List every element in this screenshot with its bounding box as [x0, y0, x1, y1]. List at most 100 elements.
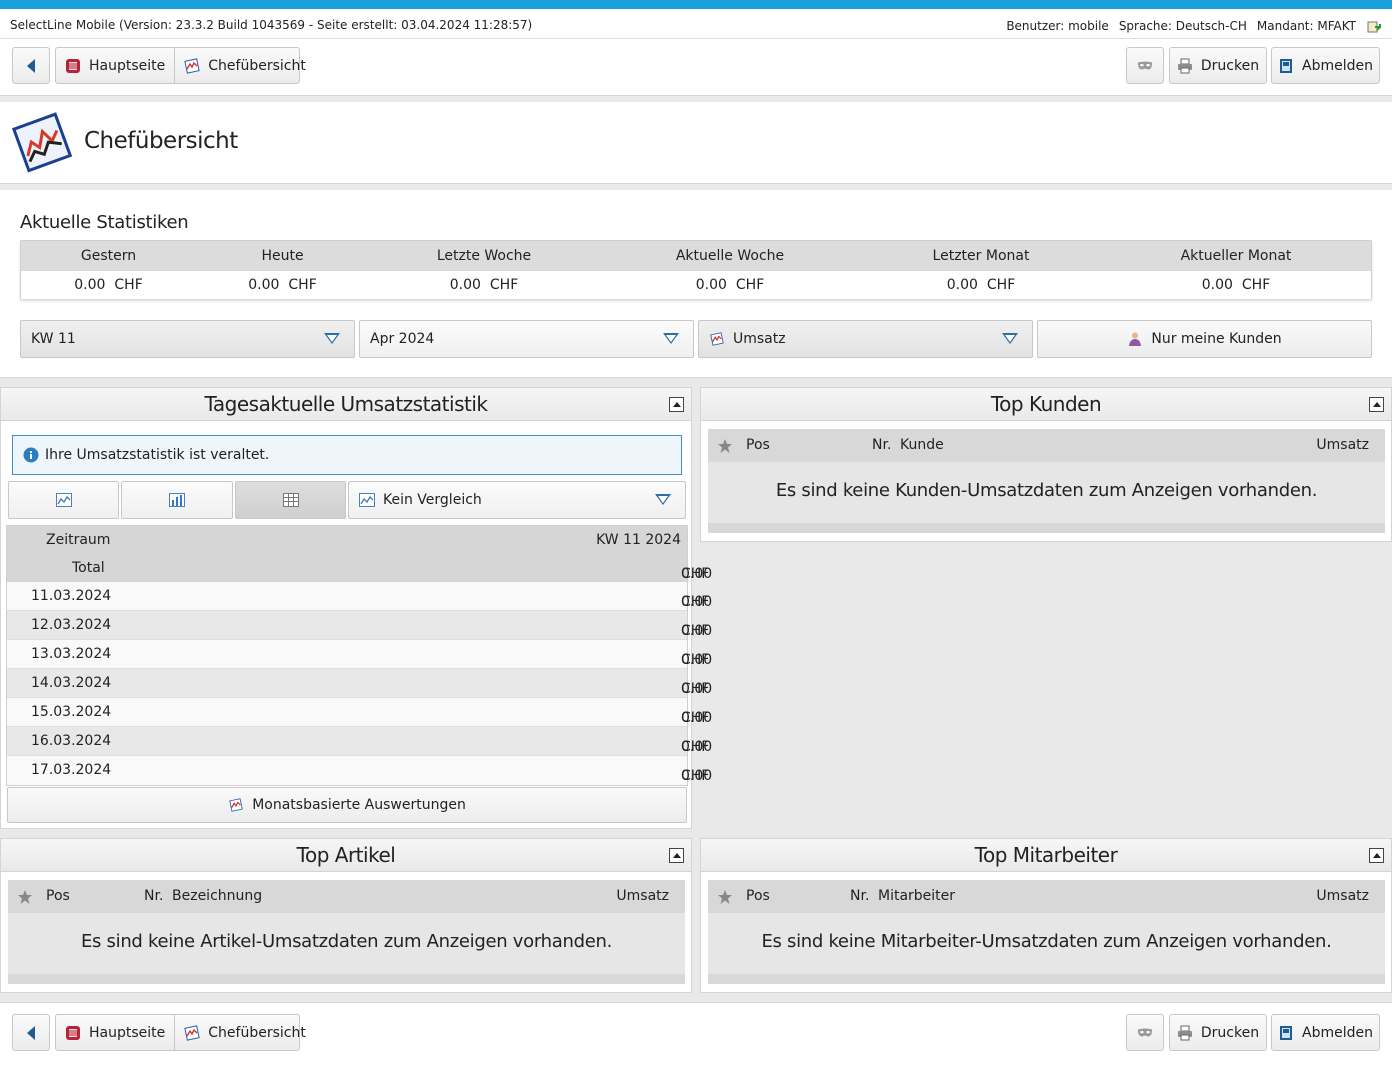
current-page-button[interactable]: Chefübersicht: [174, 48, 315, 83]
row-date: 11.03.2024: [31, 588, 112, 604]
stat-unit: CHF: [1241, 277, 1271, 293]
stat-unit: CHF: [735, 277, 765, 293]
home-button[interactable]: Hauptseite: [56, 1015, 174, 1050]
back-button[interactable]: [12, 1014, 50, 1051]
row-date: 12.03.2024: [31, 617, 112, 633]
empty-message: Es sind keine Kunden-Umsatzdaten zum Anz…: [775, 480, 1318, 501]
statistics-table: Gestern Heute Letzte Woche Aktuelle Woch…: [20, 240, 1372, 299]
collapse-icon[interactable]: [669, 848, 684, 863]
table-view-button[interactable]: [235, 481, 346, 519]
mask-icon: [1137, 58, 1153, 74]
week-select-value: KW 11: [31, 331, 76, 347]
collapse-icon[interactable]: [1369, 397, 1384, 412]
unit: CHF: [681, 566, 710, 582]
stat-value-current-week: 0.00 CHF: [599, 271, 861, 299]
mask-button[interactable]: [1126, 1014, 1164, 1051]
mask-button[interactable]: [1126, 47, 1164, 84]
unit: CHF: [681, 652, 710, 668]
print-button[interactable]: Drucken: [1169, 1014, 1267, 1051]
line-chart-icon: [55, 492, 72, 508]
stat-amount: 0.00: [449, 277, 481, 293]
back-arrow-icon: [23, 1025, 39, 1041]
back-button[interactable]: [12, 47, 50, 84]
col-customer: Kunde: [900, 437, 944, 453]
table-footer: [8, 974, 685, 984]
stat-amount: 0.00: [1201, 277, 1233, 293]
statistics-card: Aktuelle Statistiken Gestern Heute Letzt…: [0, 190, 1392, 378]
col-pos: Pos: [46, 888, 70, 904]
print-button[interactable]: Drucken: [1169, 47, 1267, 84]
panel-title: Top Artikel: [296, 843, 396, 867]
current-page-label: Chefübersicht: [208, 57, 306, 74]
table-row: 14.03.2024 0.00 CHF: [7, 669, 712, 698]
stat-amount: 0.00: [74, 277, 106, 293]
chart-icon: [184, 57, 200, 74]
metric-select[interactable]: Umsatz: [698, 320, 1033, 358]
stat-unit: CHF: [489, 277, 519, 293]
total-label: Total: [72, 560, 105, 576]
client-switch-icon[interactable]: [1366, 18, 1382, 34]
collapse-icon[interactable]: [669, 397, 684, 412]
star-icon: [717, 438, 733, 454]
info-bar: SelectLine Mobile (Version: 23.3.2 Build…: [0, 9, 1392, 39]
back-arrow-icon: [23, 58, 39, 74]
user-info: Benutzer: mobile: [1006, 19, 1109, 33]
col-nr: Nr.: [850, 888, 870, 904]
col-nr: Nr.: [144, 888, 164, 904]
top-customers-panel: Top Kunden Pos Nr. Kunde Umsatz Es sind …: [700, 387, 1392, 542]
unit: CHF: [681, 768, 710, 784]
collapse-icon[interactable]: [1369, 848, 1384, 863]
col-pos: Pos: [746, 437, 770, 453]
cheuebersicht-logo-icon: [11, 110, 74, 178]
bar-chart-icon: [169, 492, 185, 508]
my-customers-button[interactable]: Nur meine Kunden: [1037, 320, 1372, 358]
comparison-select[interactable]: Kein Vergleich: [348, 481, 686, 519]
row-date: 17.03.2024: [31, 762, 112, 778]
top-accent-bar: [0, 0, 1392, 9]
stat-label-last-month: Letzter Monat: [932, 248, 1030, 264]
bar-chart-view-button[interactable]: [121, 481, 233, 519]
panel-title: Top Kunden: [990, 392, 1102, 416]
logout-door-icon: [1278, 58, 1294, 74]
breadcrumb: Hauptseite Chefübersicht: [55, 1014, 306, 1051]
stat-unit: CHF: [986, 277, 1016, 293]
bottom-navbar: Hauptseite Chefübersicht Drucken Abmelde…: [0, 1002, 1392, 1065]
home-button[interactable]: Hauptseite: [56, 48, 174, 83]
stat-value-today: 0.00 CHF: [196, 271, 369, 299]
line-chart-view-button[interactable]: [8, 481, 119, 519]
outdated-alert: Ihre Umsatzstatistik ist veraltet.: [12, 435, 682, 475]
chevron-down-icon: [655, 494, 671, 505]
panel-header: Top Mitarbeiter: [701, 839, 1391, 872]
statistics-title: Aktuelle Statistiken: [20, 212, 189, 233]
stat-value-last-month: 0.00 CHF: [861, 271, 1101, 299]
printer-icon: [1177, 1025, 1193, 1041]
period-value-header: KW 11 2024: [596, 532, 681, 548]
table-footer: [708, 523, 1385, 533]
home-icon: [65, 1025, 81, 1041]
col-pos: Pos: [746, 888, 770, 904]
monthly-analysis-button[interactable]: Monatsbasierte Auswertungen: [7, 787, 687, 823]
empty-message: Es sind keine Artikel-Umsatzdaten zum An…: [80, 931, 613, 952]
col-revenue: Umsatz: [1316, 888, 1369, 904]
chevron-down-icon: [663, 333, 679, 344]
star-icon: [17, 889, 33, 905]
top-articles-table: Pos Nr. Bezeichnung Umsatz Es sind keine…: [8, 880, 685, 984]
stat-unit: CHF: [114, 277, 143, 293]
language-info: Sprache: Deutsch-CH: [1118, 19, 1247, 33]
printer-icon: [1177, 58, 1193, 74]
current-page-label: Chefübersicht: [208, 1024, 306, 1041]
unit: CHF: [681, 594, 710, 610]
col-revenue: Umsatz: [1316, 437, 1369, 453]
period-header: Zeitraum: [46, 532, 111, 548]
month-select[interactable]: Apr 2024: [359, 320, 694, 358]
week-select[interactable]: KW 11: [20, 320, 355, 358]
stat-label-last-week: Letzte Woche: [436, 248, 532, 264]
metric-select-value: Umsatz: [733, 331, 786, 347]
logout-button[interactable]: Abmelden: [1271, 47, 1380, 84]
stat-label-today: Heute: [261, 248, 304, 264]
revenue-statistics-panel: Tagesaktuelle Umsatzstatistik Ihre Umsat…: [0, 387, 712, 829]
version-info: SelectLine Mobile (Version: 23.3.2 Build…: [10, 18, 533, 32]
unit: CHF: [681, 739, 710, 755]
current-page-button[interactable]: Chefübersicht: [174, 1015, 315, 1050]
logout-button[interactable]: Abmelden: [1271, 1014, 1380, 1051]
